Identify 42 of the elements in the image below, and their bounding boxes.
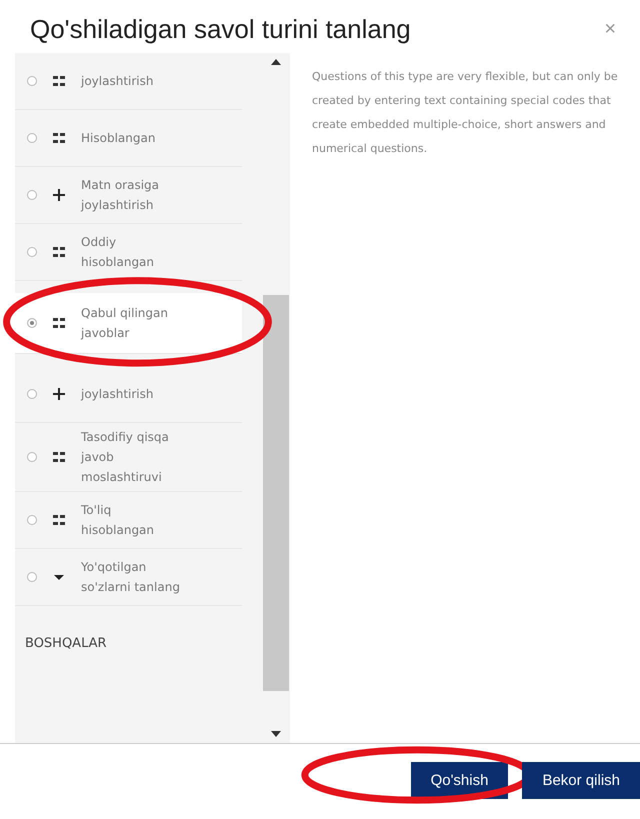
move-icon <box>51 187 67 203</box>
radio-button[interactable] <box>27 515 37 525</box>
equation-icon <box>51 512 67 528</box>
radio-button[interactable] <box>27 572 37 582</box>
cancel-button[interactable]: Bekor qilish <box>522 762 640 799</box>
question-type-option[interactable]: Qabul qilingan javoblar <box>15 293 242 354</box>
radio-button[interactable] <box>27 76 37 86</box>
option-label: Tasodifiy qisqa javob moslashtiruvi <box>81 429 170 486</box>
question-type-option[interactable]: To'liq hisoblangan <box>15 492 242 549</box>
option-label: Hisoblangan <box>81 130 156 147</box>
question-type-option[interactable]: Yo'qotilgan so'zlarni tanlang <box>15 549 242 606</box>
scroll-up-icon[interactable] <box>271 59 281 65</box>
question-type-option[interactable]: Hisoblangan <box>15 110 242 167</box>
question-type-option[interactable]: Matn orasiga joylashtirish <box>15 167 242 224</box>
radio-button[interactable] <box>27 318 37 328</box>
question-type-option[interactable]: Oddiy hisoblangan <box>15 224 242 281</box>
option-label: joylashtirish <box>81 386 154 403</box>
radio-button[interactable] <box>27 247 37 257</box>
option-label: joylashtirish <box>81 73 154 90</box>
equation-icon <box>51 130 67 146</box>
question-type-option[interactable]: Tasodifiy qisqa javob moslashtiruvi <box>15 423 242 492</box>
option-label: Qabul qilingan javoblar <box>81 305 169 342</box>
close-button[interactable]: × <box>598 17 622 42</box>
equation-icon <box>51 244 67 260</box>
equation-icon <box>51 449 67 465</box>
option-label: Matn orasiga joylashtirish <box>81 177 160 214</box>
option-label: Yo'qotilgan so'zlarni tanlang <box>81 559 181 596</box>
option-label: Oddiy hisoblangan <box>81 234 156 271</box>
question-type-option[interactable]: joylashtirish <box>15 366 242 423</box>
equation-icon <box>51 315 67 331</box>
question-type-option[interactable]: joylashtirish <box>15 53 242 110</box>
radio-button[interactable] <box>27 190 37 200</box>
radio-button[interactable] <box>27 389 37 399</box>
radio-button[interactable] <box>27 133 37 143</box>
dialog-title: Qo'shiladigan savol turini tanlang <box>30 14 411 45</box>
radio-button[interactable] <box>27 452 37 462</box>
equation-icon <box>51 73 67 89</box>
move-icon <box>51 386 67 402</box>
option-label: To'liq hisoblangan <box>81 502 156 539</box>
description-text: Questions of this type are very flexible, but can only be created by entering text containing special codes that create embedded multiple-choice, short answers and numerical questions. <box>312 69 619 157</box>
section-heading: BOSHQALAR <box>24 635 108 651</box>
scroll-down-icon[interactable] <box>271 731 281 737</box>
